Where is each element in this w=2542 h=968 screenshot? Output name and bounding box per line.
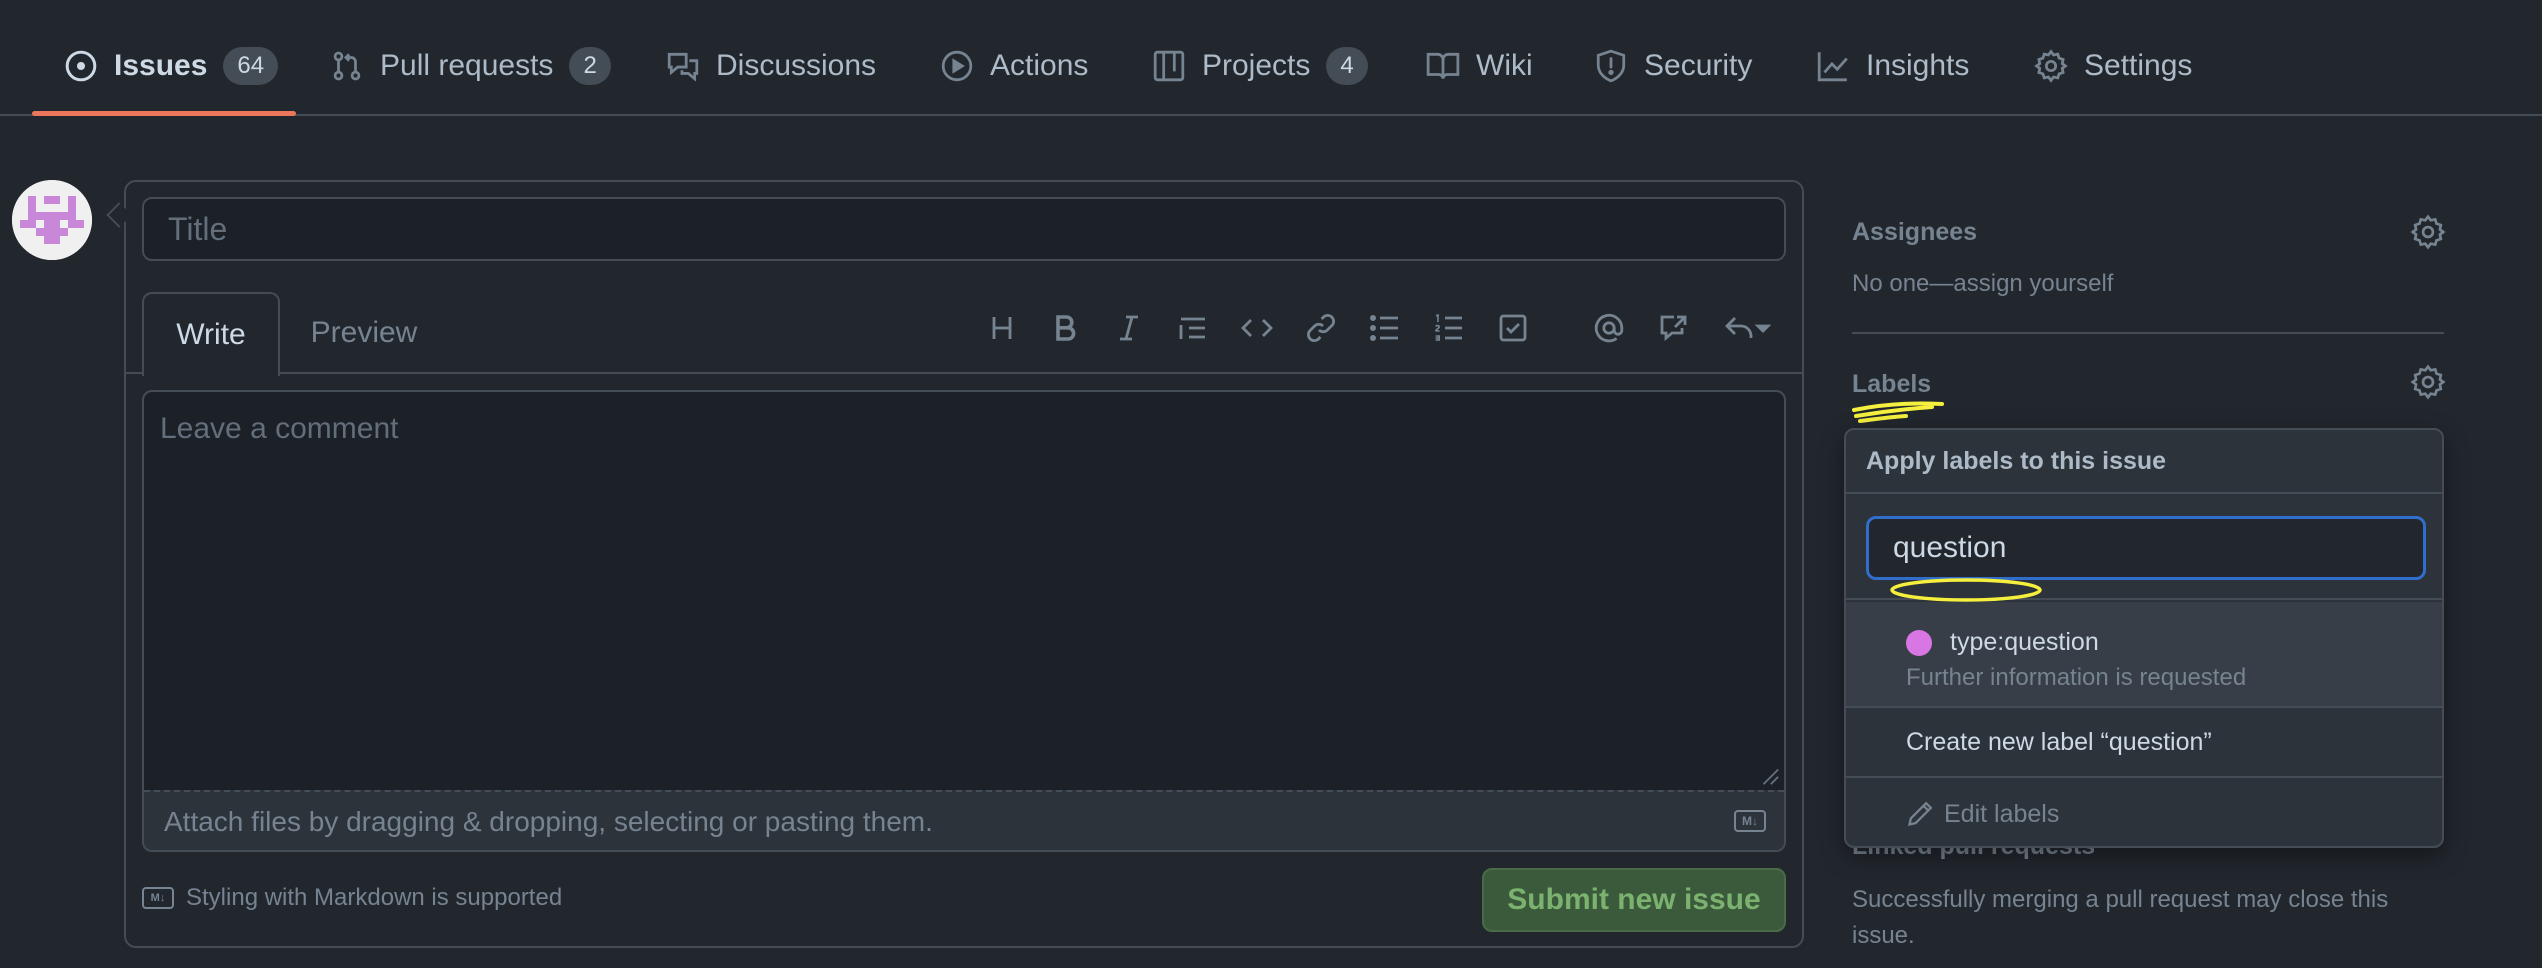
comment-discussion-icon [666, 49, 700, 83]
link-icon [1307, 314, 1335, 342]
link-button[interactable] [1299, 306, 1343, 350]
quote-icon [1179, 317, 1205, 339]
unordered-list-button[interactable] [1363, 306, 1407, 350]
tab-settings-label: Settings [2084, 49, 2193, 82]
sidebar-divider [1852, 332, 2444, 334]
issue-opened-icon [64, 49, 98, 83]
saved-replies-button[interactable] [1715, 306, 1779, 350]
label-option-type-question[interactable]: type:question Further information is req… [1846, 602, 2442, 708]
projects-count-badge: 4 [1326, 47, 1368, 85]
attach-files-text: Attach files by dragging & dropping, sel… [164, 806, 933, 837]
tab-pull-requests-label: Pull requests [380, 49, 554, 82]
tab-write[interactable]: Write [142, 292, 280, 376]
markdown-icon: M↓ [1734, 810, 1766, 832]
tab-security[interactable]: Security [1592, 28, 1754, 104]
heading-button[interactable] [980, 306, 1024, 350]
labels-gear-icon[interactable] [2410, 364, 2446, 400]
label-color-swatch [1906, 630, 1932, 656]
list-unordered-icon [1370, 315, 1398, 341]
highlight-scribble [1852, 401, 1944, 423]
tab-insights-label: Insights [1866, 49, 1970, 82]
tab-security-label: Security [1644, 49, 1753, 82]
tab-preview[interactable]: Preview [296, 292, 432, 374]
identicon-icon [12, 180, 92, 260]
italic-icon [1120, 315, 1138, 341]
edit-labels-label: Edit labels [1944, 799, 2060, 828]
markdown-supported-text: Styling with Markdown is supported [186, 884, 563, 911]
tab-actions-label: Actions [990, 49, 1089, 82]
assign-yourself-link[interactable]: No one—assign yourself [1852, 270, 2113, 298]
tab-projects[interactable]: Projects 4 [1150, 28, 1370, 104]
mention-icon [1594, 313, 1624, 343]
resize-handle-icon[interactable] [1758, 764, 1780, 786]
labels-popover: Apply labels to this issue type:question… [1844, 428, 2444, 848]
quote-button[interactable] [1171, 306, 1215, 350]
label-option-name: type:question [1950, 628, 2099, 656]
git-pull-request-icon [330, 49, 364, 83]
editor-tabs: Write Preview [126, 292, 1802, 376]
reply-icon [1725, 317, 1771, 338]
create-label-option[interactable]: Create new label “question” [1846, 708, 2442, 778]
cross-reference-button[interactable] [1651, 306, 1695, 350]
shield-icon [1594, 49, 1628, 83]
labels-filter-input[interactable] [1866, 516, 2426, 580]
tab-settings[interactable]: Settings [2032, 28, 2194, 104]
tab-actions[interactable]: Actions [938, 28, 1090, 104]
tab-issues[interactable]: Issues 64 [62, 28, 280, 104]
issue-title-input[interactable] [142, 197, 1786, 261]
tab-wiki-label: Wiki [1476, 49, 1533, 82]
submit-issue-button[interactable]: Submit new issue [1482, 868, 1786, 932]
labels-filter-section [1846, 494, 2442, 602]
label-option-description: Further information is requested [1906, 664, 2247, 691]
markdown-icon: M↓ [142, 887, 174, 909]
linked-pull-requests-text: Successfully merging a pull request may … [1852, 886, 2389, 949]
book-icon [1426, 49, 1460, 83]
attach-files-bar[interactable]: Attach files by dragging & dropping, sel… [144, 790, 1784, 850]
code-button[interactable] [1235, 306, 1279, 350]
comment-editor: Attach files by dragging & dropping, sel… [142, 390, 1786, 852]
assignees-gear-icon[interactable] [2410, 214, 2446, 250]
task-list-button[interactable] [1491, 306, 1535, 350]
gear-icon [2034, 49, 2068, 83]
tab-wiki[interactable]: Wiki [1424, 28, 1535, 104]
labels-popover-title: Apply labels to this issue [1846, 430, 2442, 494]
tasklist-icon [1499, 314, 1527, 342]
avatar[interactable] [12, 180, 92, 260]
bold-button[interactable] [1043, 306, 1087, 350]
ordered-list-button[interactable] [1427, 306, 1471, 350]
list-ordered-icon [1434, 313, 1462, 341]
markdown-supported-note[interactable]: M↓ Styling with Markdown is supported [142, 884, 562, 912]
assignees-heading[interactable]: Assignees [1852, 218, 1977, 247]
table-icon [1152, 49, 1186, 83]
tab-projects-label: Projects [1202, 49, 1311, 82]
pull-requests-count-badge: 2 [569, 47, 611, 85]
bold-icon [1056, 315, 1076, 341]
code-icon [1241, 319, 1273, 337]
graph-icon [1816, 49, 1850, 83]
mention-button[interactable] [1587, 306, 1631, 350]
pencil-icon [1907, 801, 1933, 827]
edit-labels-link[interactable]: Edit labels [1846, 778, 2442, 846]
tab-insights[interactable]: Insights [1814, 28, 1971, 104]
tab-pull-requests[interactable]: Pull requests 2 [328, 28, 613, 104]
labels-heading[interactable]: Labels [1852, 370, 1931, 399]
tab-discussions[interactable]: Discussions [664, 28, 878, 104]
repo-nav: Issues 64 Pull requests 2 Discussions Ac… [0, 0, 2542, 116]
issues-count-badge: 64 [223, 47, 279, 85]
cross-reference-icon [1660, 315, 1687, 341]
active-tab-underline [32, 111, 296, 116]
play-icon [940, 49, 974, 83]
italic-button[interactable] [1107, 306, 1151, 350]
highlight-ellipse [1890, 578, 2042, 602]
tab-issues-label: Issues [114, 49, 208, 82]
heading-icon [992, 317, 1012, 339]
tab-discussions-label: Discussions [716, 49, 877, 82]
comment-textarea[interactable] [144, 392, 1784, 790]
